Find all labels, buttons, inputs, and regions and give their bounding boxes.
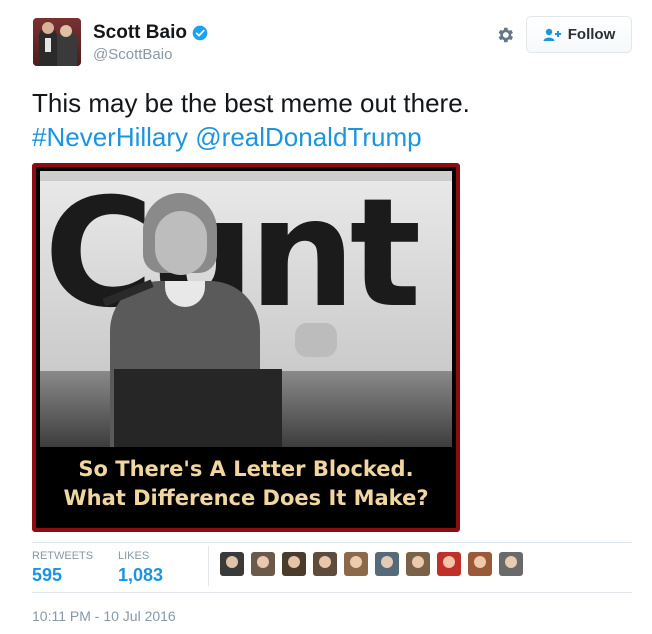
liker-avatar[interactable] — [406, 552, 430, 576]
likes-count[interactable]: 1,083 — [118, 565, 163, 586]
mention-link[interactable]: @realDonaldTrump — [195, 122, 421, 152]
stats-separator — [208, 546, 209, 586]
liker-avatar[interactable] — [344, 552, 368, 576]
liker-avatar-face — [443, 556, 455, 568]
avatar-figure-right — [57, 32, 77, 66]
liker-avatar-face — [226, 556, 238, 568]
retweets-count[interactable]: 595 — [32, 565, 62, 586]
user-name[interactable]: Scott Baio — [93, 22, 187, 44]
stats-top-divider — [32, 542, 632, 543]
liker-avatar[interactable] — [499, 552, 523, 576]
tweet-card: Scott Baio @ScottBaio Follow This may be… — [0, 0, 652, 634]
media-image: Cunt So There's A Letter Blocked. What D… — [36, 167, 456, 528]
liker-avatar[interactable] — [282, 552, 306, 576]
media-speaker-hand — [295, 323, 337, 357]
liker-avatar[interactable] — [437, 552, 461, 576]
media-podium — [114, 369, 282, 447]
user-name-row[interactable]: Scott Baio — [93, 22, 208, 44]
liker-avatar-face — [474, 556, 486, 568]
tweet-text: This may be the best meme out there. #Ne… — [32, 86, 632, 154]
avatar-head-right — [60, 25, 72, 37]
media-speaker-face — [155, 211, 207, 275]
stats-bottom-divider — [32, 592, 632, 593]
liker-avatar-face — [412, 556, 424, 568]
follow-label: Follow — [567, 26, 616, 43]
likes-label[interactable]: LIKES — [118, 550, 149, 562]
tweet-text-plain: This may be the best meme out there. — [32, 88, 470, 118]
follow-button[interactable]: Follow — [526, 16, 632, 53]
gear-icon[interactable] — [495, 25, 515, 45]
media-photo: Cunt — [40, 171, 452, 447]
liker-avatar-face — [505, 556, 517, 568]
avatar[interactable] — [33, 18, 81, 66]
user-handle[interactable]: @ScottBaio — [93, 46, 172, 63]
liker-avatar-face — [319, 556, 331, 568]
liker-avatar-face — [350, 556, 362, 568]
retweets-label[interactable]: RETWEETS — [32, 550, 93, 562]
media-caption-line-2: What Difference Does It Make? — [63, 486, 429, 510]
tweet-media[interactable]: Cunt So There's A Letter Blocked. What D… — [32, 163, 460, 532]
hashtag-link[interactable]: #NeverHillary — [32, 122, 188, 152]
add-user-icon — [543, 28, 561, 41]
liker-avatar[interactable] — [468, 552, 492, 576]
avatar-head-left — [42, 22, 54, 34]
tweet-timestamp[interactable]: 10:11 PM - 10 Jul 2016 — [32, 608, 176, 624]
liker-avatar-face — [257, 556, 269, 568]
liker-avatar[interactable] — [251, 552, 275, 576]
media-caption-line-1: So There's A Letter Blocked. — [78, 457, 414, 481]
liker-avatar[interactable] — [313, 552, 337, 576]
avatar-shirt — [45, 38, 51, 52]
liker-avatar[interactable] — [220, 552, 244, 576]
liker-avatar-face — [288, 556, 300, 568]
verified-badge-icon — [192, 25, 208, 41]
liker-avatar[interactable] — [375, 552, 399, 576]
liker-avatar-face — [381, 556, 393, 568]
likers-avatars — [220, 552, 530, 576]
media-caption: So There's A Letter Blocked. What Differ… — [36, 455, 456, 513]
